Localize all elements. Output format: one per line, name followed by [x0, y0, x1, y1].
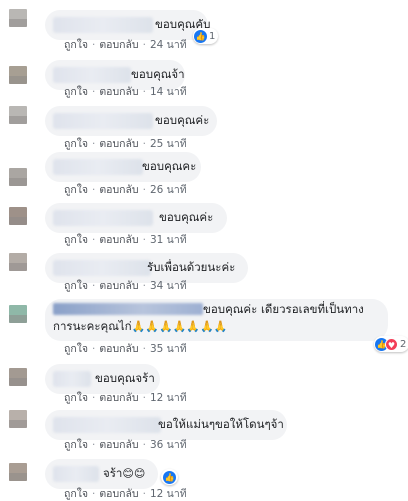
reaction-count: 1 [209, 30, 216, 42]
reply-link[interactable]: ตอบกลับ [99, 439, 138, 451]
reply-link[interactable]: ตอบกลับ [99, 234, 138, 246]
timestamp[interactable]: 34 นาที [150, 280, 187, 292]
comment-text: ขอบคุณค่ะ [155, 113, 210, 127]
reaction-summary[interactable]: 👍 [161, 469, 178, 485]
reply-link[interactable]: ตอบกลับ [99, 39, 138, 51]
avatar[interactable] [9, 368, 27, 386]
timestamp[interactable]: 31 นาที [150, 234, 187, 246]
timestamp[interactable]: 14 นาที [150, 86, 187, 98]
blurred-name [53, 303, 203, 315]
comment-text: ขอบคุณจ้า [131, 67, 185, 81]
comment-bubble: ขอบคุณค่ะ [45, 106, 217, 136]
comment-text: ขอบคุณจร้า [95, 371, 155, 385]
comment-text: จร้า😊😊 [103, 466, 145, 481]
timestamp[interactable]: 12 นาที [150, 392, 187, 404]
like-link[interactable]: ถูกใจ [64, 280, 88, 292]
like-link[interactable]: ถูกใจ [64, 86, 88, 98]
reply-link[interactable]: ตอบกลับ [99, 138, 138, 150]
avatar[interactable] [9, 463, 27, 481]
comment-actions: ถูกใจ · ตอบกลับ · 26 นาที [64, 184, 187, 196]
comment-text: รับเพื่อนด้วยนะค่ะ [147, 260, 236, 274]
comment-bubble: ขอบคุณค่ะ [45, 203, 227, 233]
like-link[interactable]: ถูกใจ [64, 184, 88, 196]
like-link[interactable]: ถูกใจ [64, 439, 88, 451]
like-link[interactable]: ถูกใจ [64, 39, 88, 51]
comment-actions: ถูกใจ · ตอบกลับ · 25 นาที [64, 138, 187, 150]
reply-link[interactable]: ตอบกลับ [99, 488, 138, 500]
comment-text-line2-text: การนะคะคุณไก่ [53, 319, 132, 333]
comment-actions: ถูกใจ · ตอบกลับ · 14 นาที [64, 86, 187, 98]
reply-link[interactable]: ตอบกลับ [99, 392, 138, 404]
comment-text: ขอบคุณค่ะ [159, 210, 214, 224]
like-link[interactable]: ถูกใจ [64, 138, 88, 150]
timestamp[interactable]: 35 นาที [150, 343, 187, 355]
like-link[interactable]: ถูกใจ [64, 488, 88, 500]
comment-text: ขอให้แม่นๆขอให้โดนๆจ้า [158, 417, 284, 431]
reply-link[interactable]: ตอบกลับ [99, 343, 138, 355]
comment-actions: ถูกใจ · ตอบกลับ · 34 นาที [64, 280, 187, 292]
avatar[interactable] [9, 253, 27, 271]
comment-bubble: รับเพื่อนด้วยนะค่ะ [45, 253, 248, 283]
heart-icon: ♥ [385, 337, 398, 351]
comment-text-line2: การนะคะคุณไก่🙏🙏🙏🙏🙏🙏🙏 [53, 319, 228, 334]
comment-text-value: จร้า [103, 466, 123, 480]
timestamp[interactable]: 24 นาที [150, 39, 187, 51]
comment-bubble: ขอบคุณค่ะ เดียวรอเลขที่เป็นทาง การนะคะคุ… [45, 299, 388, 341]
blurred-name [53, 159, 143, 175]
comment-bubble: ขอบคุณคับ [45, 10, 210, 40]
avatar[interactable] [9, 207, 27, 225]
avatar[interactable] [9, 305, 27, 323]
reaction-count: 2 [400, 338, 407, 350]
thumbs-up-icon: 👍 [194, 29, 207, 43]
pray-emojis: 🙏🙏🙏🙏🙏🙏🙏 [131, 320, 228, 333]
thumbs-up-icon: 👍 [163, 470, 176, 484]
comment-bubble: จร้า😊😊 [45, 459, 158, 489]
timestamp[interactable]: 26 นาที [150, 184, 187, 196]
smile-emojis: 😊😊 [122, 467, 146, 480]
blurred-name [53, 17, 153, 33]
comment-text: ขอบคุณคะ [142, 159, 197, 173]
reply-link[interactable]: ตอบกลับ [99, 280, 138, 292]
reply-link[interactable]: ตอบกลับ [99, 184, 138, 196]
blurred-name [53, 210, 153, 226]
timestamp[interactable]: 36 นาที [150, 439, 187, 451]
comment-actions: ถูกใจ · ตอบกลับ · 35 นาที [64, 343, 187, 355]
reaction-summary[interactable]: 👍 ♥ 2 [374, 336, 408, 352]
blurred-name [53, 260, 151, 276]
like-link[interactable]: ถูกใจ [64, 343, 88, 355]
timestamp[interactable]: 25 นาที [150, 138, 187, 150]
comment-actions: ถูกใจ · ตอบกลับ · 12 นาที [64, 392, 187, 404]
like-link[interactable]: ถูกใจ [64, 392, 88, 404]
like-link[interactable]: ถูกใจ [64, 234, 88, 246]
avatar[interactable] [9, 410, 27, 428]
blurred-name [53, 466, 99, 482]
comment-actions: ถูกใจ · ตอบกลับ · 31 นาที [64, 234, 187, 246]
comment-bubble: ขอบคุณจร้า [45, 364, 160, 394]
avatar[interactable] [9, 66, 27, 84]
comment-actions: ถูกใจ · ตอบกลับ · 24 นาที [64, 39, 187, 51]
blurred-name [53, 67, 131, 83]
reply-link[interactable]: ตอบกลับ [99, 86, 138, 98]
comment-bubble: ขอบคุณคะ [45, 152, 201, 182]
avatar[interactable] [9, 168, 27, 186]
avatar[interactable] [9, 106, 27, 124]
comment-actions: ถูกใจ · ตอบกลับ · 12 นาที [64, 488, 187, 500]
comment-actions: ถูกใจ · ตอบกลับ · 36 นาที [64, 439, 187, 451]
blurred-name [53, 417, 161, 433]
reaction-summary[interactable]: 👍 1 [193, 28, 219, 44]
comment-text-line1: ขอบคุณค่ะ เดียวรอเลขที่เป็นทาง [203, 302, 364, 316]
blurred-name [53, 371, 91, 387]
blurred-name [53, 113, 153, 129]
timestamp[interactable]: 12 นาที [150, 488, 187, 500]
comment-bubble: ขอให้แม่นๆขอให้โดนๆจ้า [45, 410, 287, 440]
avatar[interactable] [9, 9, 27, 27]
